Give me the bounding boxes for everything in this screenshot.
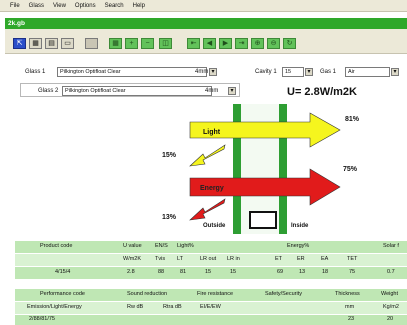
table1-header: Light% <box>177 243 194 249</box>
table2-header: Thickness <box>335 291 360 297</box>
table1-subheader: W/m2K <box>123 256 142 262</box>
inside-label: Inside <box>291 223 309 229</box>
table2-header: Performance code <box>40 291 85 297</box>
table2-header: Fire resistance <box>197 291 234 297</box>
table2-header: Weight <box>381 291 399 297</box>
table1-subheader: EA <box>321 256 329 262</box>
table1-subheader: ER <box>297 256 305 262</box>
table1-subheader-row: W/m2K Tvis LT LR out LR in ET ER EA TET <box>15 254 407 266</box>
table2-subheader-row: Emission/Light/Energy Rw dB Rtra dB EI/E… <box>15 302 407 314</box>
energy-label: Energy <box>200 185 224 192</box>
table1-subheader: TET <box>347 256 358 262</box>
table1-cell: 15 <box>230 269 237 275</box>
table1-cell: 2.8 <box>127 269 135 275</box>
table2-subheader: Rtra dB <box>163 304 182 310</box>
table2-subheader: EI/E/EW <box>200 304 221 310</box>
table2-header: Safety/Security <box>265 291 302 297</box>
energy-transmitted-value: 75% <box>343 166 358 173</box>
energy-reflected-value: 13% <box>162 214 177 221</box>
table1-value-row: 4/15/4 2.8 88 81 15 15 69 13 18 75 0.7 <box>15 267 407 279</box>
table1-cell: 81 <box>180 269 187 275</box>
table1-header: Product code <box>40 243 73 249</box>
table2-cell: 2/88/81/75 <box>29 316 55 322</box>
light-transmitted-value: 81% <box>345 116 360 123</box>
table2-subheader: mm <box>345 304 355 310</box>
outside-label: Outside <box>203 223 226 229</box>
table1-cell: 18 <box>322 269 329 275</box>
table1-header: Energy% <box>287 243 310 249</box>
window-frame-icon <box>249 211 277 229</box>
table1-cell: 4/15/4 <box>55 269 71 275</box>
table2-cell: 23 <box>348 316 355 322</box>
table1-header: Solar f <box>383 243 399 249</box>
table1-subheader: ET <box>275 256 283 262</box>
energy-reflected-arrow <box>189 198 226 221</box>
table2-value-row: 2/88/81/75 23 20 <box>15 315 407 325</box>
table1-cell: 88 <box>158 269 165 275</box>
table1-subheader: LR out <box>200 256 217 262</box>
table1-subheader: Tvis <box>155 256 166 262</box>
table1-cell: 15 <box>205 269 212 275</box>
table1-header: U value <box>123 243 142 249</box>
table1-cell: 13 <box>299 269 306 275</box>
table2-cell: 20 <box>387 316 394 322</box>
table1-header-row: Product code U value EN/S Light% Energy%… <box>15 241 407 253</box>
table2-subheader: Kg/m2 <box>383 304 399 310</box>
table1-cell: 75 <box>349 269 356 275</box>
table1-subheader: LR in <box>227 256 240 262</box>
table1-cell: 0.7 <box>387 269 395 275</box>
table1-cell: 69 <box>277 269 284 275</box>
table2-subheader: Rw dB <box>127 304 144 310</box>
table1-header: EN/S <box>155 243 168 249</box>
table2-subheader: Emission/Light/Energy <box>27 304 82 310</box>
table2-header: Sound reduction <box>127 291 168 297</box>
table1-subheader: LT <box>177 256 184 262</box>
table2-header-row: Performance code Sound reduction Fire re… <box>15 289 407 301</box>
light-reflected-value: 15% <box>162 152 177 159</box>
light-reflected-arrow <box>189 144 226 167</box>
light-label: Light <box>203 129 221 136</box>
